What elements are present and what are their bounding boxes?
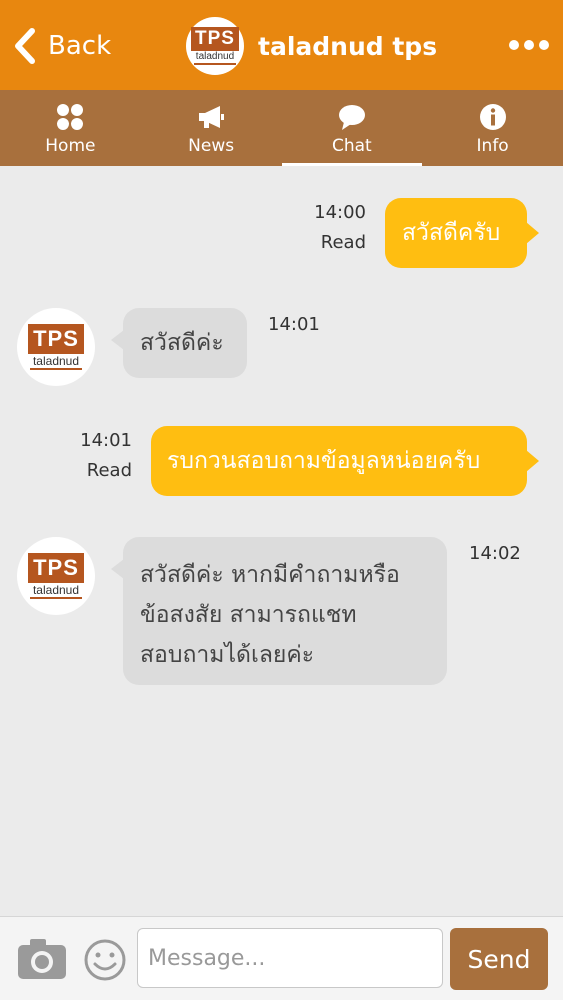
tab-label: Chat	[332, 136, 372, 156]
tab-news[interactable]: News	[141, 90, 282, 166]
channel-brand: TPS taladnud taladnud tps	[186, 17, 437, 75]
incoming-message: สวัสดีค่ะ	[111, 308, 247, 378]
message-line: สอบถามได้เลยค่ะ	[140, 642, 315, 668]
channel-logo: TPS taladnud	[186, 17, 244, 75]
top-bar: Back TPS taladnud taladnud tps	[0, 0, 563, 90]
read-status: Read	[320, 232, 366, 253]
message-time: 14:02	[469, 543, 521, 564]
tab-chat[interactable]: Chat	[281, 90, 423, 166]
message-line: สวัสดีค่ะ หากมีคำถามหรือ	[140, 562, 400, 588]
avatar[interactable]: TPS taladnud	[17, 308, 95, 386]
message-input[interactable]	[137, 928, 443, 988]
back-button[interactable]: Back	[12, 24, 111, 68]
message-meta: 14:01 Read	[56, 426, 132, 486]
logo-subtext: taladnud	[193, 51, 237, 65]
back-label: Back	[48, 31, 112, 61]
chat-area[interactable]: 14:00 Read สวัสดีครับ TPS taladnud สวัสด…	[0, 166, 563, 916]
message-text: รบกวนสอบถามข้อมูลหน่อยครับ	[167, 448, 481, 474]
outgoing-message: รบกวนสอบถามข้อมูลหน่อยครับ	[151, 426, 539, 496]
logo-text: TPS	[191, 27, 239, 51]
read-status: Read	[86, 460, 132, 481]
tab-home[interactable]: Home	[0, 90, 141, 166]
smiley-icon[interactable]	[84, 939, 126, 981]
chevron-left-icon	[15, 28, 35, 64]
message-text: สวัสดีครับ	[402, 220, 501, 246]
avatar[interactable]: TPS taladnud	[17, 537, 95, 615]
incoming-message: สวัสดีค่ะ หากมีคำถามหรือ ข้อสงสัย สามารถ…	[111, 537, 447, 685]
grid-icon	[57, 104, 84, 130]
info-icon	[479, 104, 506, 130]
camera-icon[interactable]	[16, 937, 68, 981]
logo-subtext: taladnud	[29, 354, 83, 370]
channel-title: taladnud tps	[258, 31, 438, 61]
message-time: 14:01	[80, 430, 132, 451]
message-time: 14:01	[268, 314, 320, 335]
message-line: ข้อสงสัย สามารถแชท	[140, 602, 357, 628]
send-button[interactable]: Send	[450, 928, 548, 990]
logo-subtext: taladnud	[29, 583, 83, 599]
tab-bar: Home News Chat Info	[0, 90, 563, 166]
tab-label: Home	[45, 136, 96, 156]
logo-text: TPS	[28, 324, 84, 354]
tab-info[interactable]: Info	[422, 90, 563, 166]
tab-label: Info	[476, 136, 509, 156]
megaphone-icon	[199, 106, 225, 128]
message-composer: Send	[0, 916, 563, 1000]
tab-label: News	[188, 136, 235, 156]
message-time: 14:00	[314, 202, 366, 223]
more-dots-icon[interactable]	[509, 35, 549, 55]
chat-bubble-icon	[338, 105, 365, 130]
logo-text: TPS	[28, 553, 84, 583]
outgoing-message: สวัสดีครับ	[385, 198, 539, 268]
message-meta: 14:00 Read	[290, 198, 366, 258]
message-text: สวัสดีค่ะ	[140, 330, 224, 356]
